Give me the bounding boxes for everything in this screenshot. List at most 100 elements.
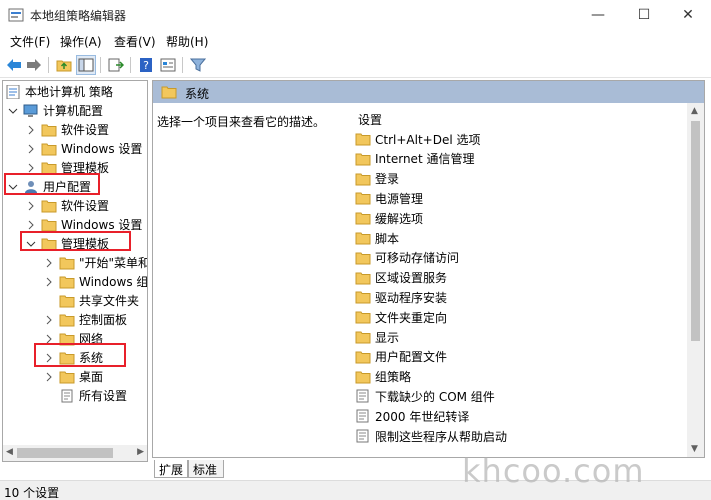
list-item-label: Ctrl+Alt+Del 选项	[375, 132, 481, 147]
chevron-down-icon[interactable]	[7, 105, 19, 117]
tab-extended[interactable]: 扩展	[154, 460, 188, 478]
menu-file[interactable]: 文件(F)	[10, 33, 50, 50]
minimize-button[interactable]: —	[575, 0, 621, 30]
tab-standard[interactable]: 标准	[188, 460, 224, 478]
help-icon[interactable]: ?	[136, 55, 156, 75]
tree-item-all-settings[interactable]: 所有设置	[43, 386, 127, 405]
folder-icon	[355, 370, 371, 384]
description-text: 选择一个项目来查看它的描述。	[157, 115, 326, 129]
tree-item-network[interactable]: 网络	[43, 329, 103, 348]
maximize-button[interactable]: ☐	[621, 0, 667, 30]
tree-item-computer-software[interactable]: 软件设置	[25, 120, 109, 139]
tree-item-desktop[interactable]: 桌面	[43, 367, 103, 386]
tree-item-shared-folders[interactable]: 共享文件夹	[43, 291, 139, 310]
list-item[interactable]: 脚本	[355, 229, 399, 247]
tree-pane[interactable]: 本地计算机 策略 计算机配置 软件设置 Windows 设置 管理模板 用户配置…	[2, 80, 148, 462]
column-header-settings[interactable]: 设置	[358, 111, 382, 128]
menu-view[interactable]: 查看(V)	[114, 33, 156, 50]
list-item[interactable]: 登录	[355, 170, 399, 188]
scroll-down-icon[interactable]: ▼	[691, 444, 698, 454]
folder-icon	[59, 332, 75, 346]
chevron-right-icon[interactable]	[25, 162, 37, 174]
tree-item-computer-windows[interactable]: Windows 设置	[25, 139, 142, 158]
menu-bar: 文件(F) 操作(A) 查看(V) 帮助(H)	[0, 30, 711, 52]
list-item[interactable]: 显示	[355, 328, 399, 346]
list-item[interactable]: 电源管理	[355, 189, 423, 207]
export-list-icon[interactable]	[106, 55, 126, 75]
tree-horizontal-scrollbar[interactable]: ◀ ▶	[3, 445, 147, 461]
chevron-right-icon[interactable]	[43, 371, 55, 383]
tree-item-user-software[interactable]: 软件设置	[25, 196, 109, 215]
folder-icon	[355, 330, 371, 344]
list-item[interactable]: 组策略	[355, 368, 411, 386]
folder-icon	[59, 256, 75, 270]
chevron-right-icon[interactable]	[25, 143, 37, 155]
folder-open-icon	[41, 237, 57, 251]
menu-action[interactable]: 操作(A)	[60, 33, 102, 50]
chevron-right-icon[interactable]	[43, 314, 55, 326]
scroll-left-icon[interactable]: ◀	[6, 447, 13, 457]
menu-help[interactable]: 帮助(H)	[166, 33, 208, 50]
folder-icon	[355, 350, 371, 364]
list-item[interactable]: 用户配置文件	[355, 348, 447, 366]
tree-item-label: 控制面板	[79, 313, 128, 327]
tree-item-root[interactable]: 本地计算机 策略	[5, 82, 113, 101]
tree-item-user-admin[interactable]: 管理模板	[25, 234, 109, 253]
forward-arrow-icon[interactable]	[24, 55, 44, 75]
tree-item-label: "开始"菜单和	[79, 256, 148, 270]
chevron-down-icon[interactable]	[25, 238, 37, 250]
list-item[interactable]: 限制这些程序从帮助启动	[355, 427, 507, 445]
tree-item-system[interactable]: 系统	[43, 348, 103, 367]
folder-icon	[355, 211, 371, 225]
tree-item-user-config[interactable]: 用户配置	[7, 177, 91, 196]
tree-item-computer-admin[interactable]: 管理模板	[25, 158, 109, 177]
up-folder-icon[interactable]	[54, 55, 74, 75]
list-item-label: 显示	[375, 330, 400, 345]
tree-item-control-panel[interactable]: 控制面板	[43, 310, 127, 329]
scrollbar-thumb[interactable]	[17, 448, 113, 458]
chevron-right-icon[interactable]	[43, 333, 55, 345]
tree-item-windows-components[interactable]: Windows 组	[43, 272, 147, 291]
list-item[interactable]: 2000 年世纪转译	[355, 407, 469, 425]
settings-page-icon	[59, 389, 75, 403]
scroll-right-icon[interactable]: ▶	[137, 447, 144, 457]
list-item[interactable]: Internet 通信管理	[355, 150, 474, 168]
content-vertical-scrollbar[interactable]: ▲ ▼	[687, 103, 704, 457]
folder-icon	[59, 275, 75, 289]
list-item-label: 限制这些程序从帮助启动	[375, 429, 508, 444]
svg-text:?: ?	[143, 59, 149, 72]
policy-setting-icon	[355, 409, 371, 423]
filter-icon[interactable]	[188, 55, 208, 75]
tree-item-start-menu[interactable]: "开始"菜单和	[43, 253, 148, 272]
back-arrow-icon[interactable]	[4, 55, 24, 75]
folder-icon	[161, 85, 177, 102]
close-button[interactable]: ✕	[665, 0, 711, 30]
list-item[interactable]: 可移动存储访问	[355, 249, 459, 267]
list-item[interactable]: 缓解选项	[355, 209, 423, 227]
list-item[interactable]: 文件夹重定向	[355, 308, 447, 326]
folder-icon	[355, 271, 371, 285]
content-pane: 系统 选择一个项目来查看它的描述。 设置 Ctrl+Alt+Del 选项 Inte…	[152, 80, 705, 458]
list-item[interactable]: Ctrl+Alt+Del 选项	[355, 130, 480, 148]
chevron-right-icon[interactable]	[25, 200, 37, 212]
chevron-right-icon[interactable]	[43, 257, 55, 269]
list-item[interactable]: 区域设置服务	[355, 269, 447, 287]
list-item-label: 2000 年世纪转译	[375, 409, 470, 424]
chevron-down-icon[interactable]	[7, 181, 19, 193]
tree-item-label: Windows 设置	[61, 142, 143, 156]
list-item[interactable]: 驱动程序安装	[355, 288, 447, 306]
scroll-up-icon[interactable]: ▲	[691, 106, 698, 116]
list-item[interactable]: 下载缺少的 COM 组件	[355, 387, 495, 405]
properties-icon[interactable]	[158, 55, 178, 75]
tree-item-computer-config[interactable]: 计算机配置	[7, 101, 103, 120]
chevron-right-icon[interactable]	[25, 219, 37, 231]
scrollbar-thumb[interactable]	[691, 121, 700, 341]
show-hide-tree-icon[interactable]	[76, 55, 96, 75]
watermark-text: khcoo.com	[462, 452, 645, 490]
tree-item-user-windows[interactable]: Windows 设置	[25, 215, 142, 234]
chevron-right-icon[interactable]	[43, 352, 55, 364]
chevron-right-icon[interactable]	[25, 124, 37, 136]
user-icon	[23, 180, 39, 194]
folder-icon	[355, 191, 371, 205]
chevron-right-icon[interactable]	[43, 276, 55, 288]
